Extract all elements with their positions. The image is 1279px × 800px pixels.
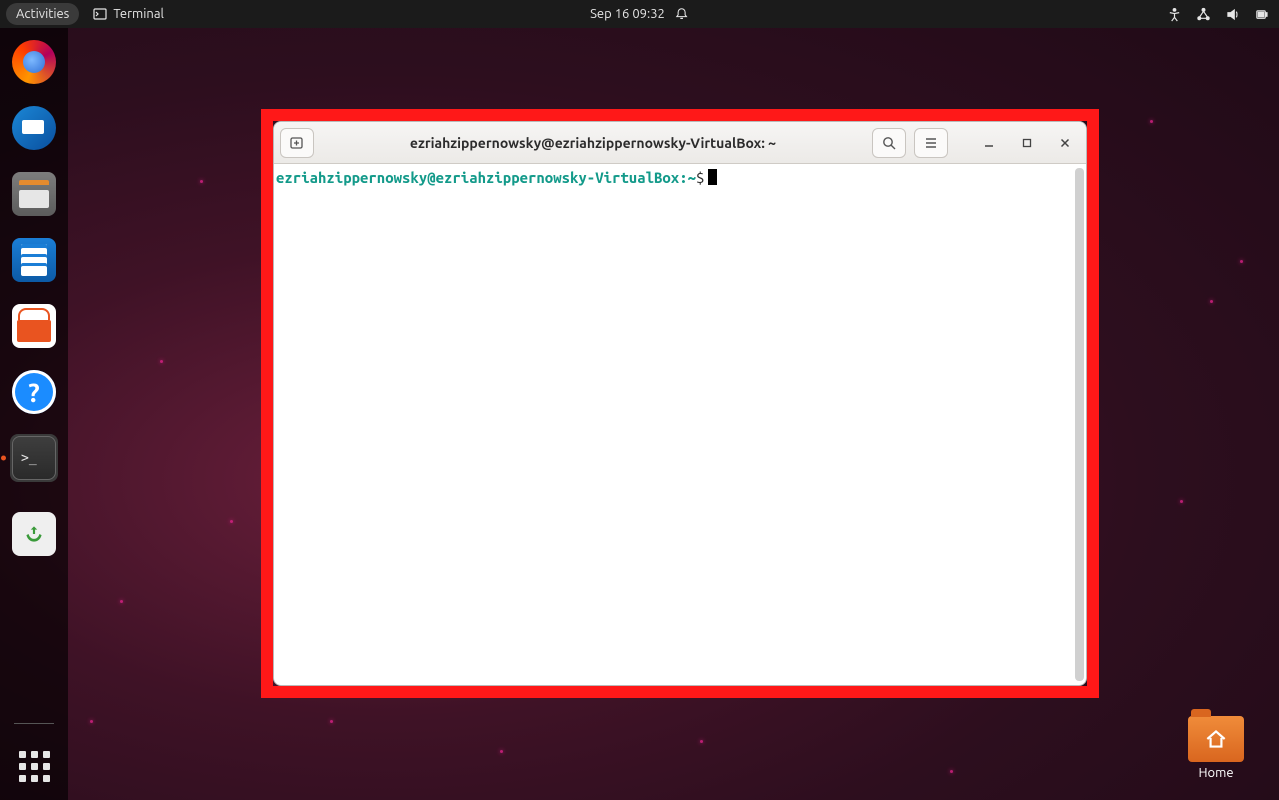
clock[interactable]: Sep 16 09:32 — [590, 7, 665, 21]
window-titlebar[interactable]: ezriahzippernowsky@ezriahzippernowsky-Vi… — [274, 122, 1086, 164]
new-tab-icon — [288, 134, 306, 152]
prompt-user: ezriahzippernowsky — [276, 169, 427, 186]
terminal-body[interactable]: ezriahzippernowsky@ezriahzippernowsky-Vi… — [274, 164, 1086, 685]
dock-thunderbird[interactable] — [10, 104, 58, 152]
dock-writer[interactable] — [10, 236, 58, 284]
thunderbird-icon — [12, 106, 56, 150]
help-icon: ? — [12, 370, 56, 414]
minimize-icon — [983, 137, 995, 149]
prompt-path: ~ — [688, 169, 696, 186]
terminal-indicator-icon — [93, 7, 107, 21]
prompt-symbol: $ — [696, 169, 704, 186]
desktop-home-folder[interactable]: Home — [1188, 716, 1244, 780]
dock-trash[interactable] — [10, 510, 58, 558]
close-icon — [1059, 137, 1071, 149]
power-battery-icon[interactable] — [1254, 7, 1269, 22]
terminal-icon: >_ — [12, 436, 56, 480]
firefox-icon — [12, 40, 56, 84]
dock: ? >_ — [0, 28, 68, 800]
dock-help[interactable]: ? — [10, 368, 58, 416]
search-button[interactable] — [872, 128, 906, 158]
hamburger-icon — [923, 135, 939, 151]
maximize-icon — [1021, 137, 1033, 149]
prompt-at: @ — [427, 169, 435, 186]
show-applications-button[interactable] — [10, 742, 58, 790]
window-title: ezriahzippernowsky@ezriahzippernowsky-Vi… — [322, 135, 864, 151]
active-app-indicator[interactable]: Terminal — [93, 7, 164, 21]
trash-icon — [12, 512, 56, 556]
dock-divider — [14, 723, 54, 724]
minimize-button[interactable] — [974, 130, 1004, 156]
terminal-scrollbar[interactable] — [1075, 168, 1084, 681]
terminal-window: ezriahzippernowsky@ezriahzippernowsky-Vi… — [273, 121, 1087, 686]
network-icon[interactable] — [1196, 7, 1211, 22]
accessibility-icon[interactable] — [1167, 7, 1182, 22]
software-icon — [12, 304, 56, 348]
dock-software[interactable] — [10, 302, 58, 350]
new-tab-button[interactable] — [280, 128, 314, 158]
notification-bell-icon[interactable] — [675, 7, 689, 21]
dock-files[interactable] — [10, 170, 58, 218]
active-app-label: Terminal — [113, 7, 164, 21]
files-icon — [12, 172, 56, 216]
prompt-host: ezriahzippernowsky-VirtualBox — [436, 169, 680, 186]
maximize-button[interactable] — [1012, 130, 1042, 156]
activities-button[interactable]: Activities — [6, 3, 79, 25]
prompt-colon: : — [679, 169, 687, 186]
terminal-cursor — [708, 169, 717, 185]
search-icon — [881, 135, 897, 151]
hamburger-menu-button[interactable] — [914, 128, 948, 158]
volume-icon[interactable] — [1225, 7, 1240, 22]
apps-grid-icon — [19, 751, 50, 782]
home-folder-icon — [1188, 716, 1244, 762]
top-bar: Activities Terminal Sep 16 09:32 — [0, 0, 1279, 28]
highlight-frame: ezriahzippernowsky@ezriahzippernowsky-Vi… — [261, 109, 1099, 698]
desktop-home-label: Home — [1198, 766, 1233, 780]
dock-terminal[interactable]: >_ — [10, 434, 58, 482]
dock-firefox[interactable] — [10, 38, 58, 86]
close-button[interactable] — [1050, 130, 1080, 156]
writer-icon — [12, 238, 56, 282]
